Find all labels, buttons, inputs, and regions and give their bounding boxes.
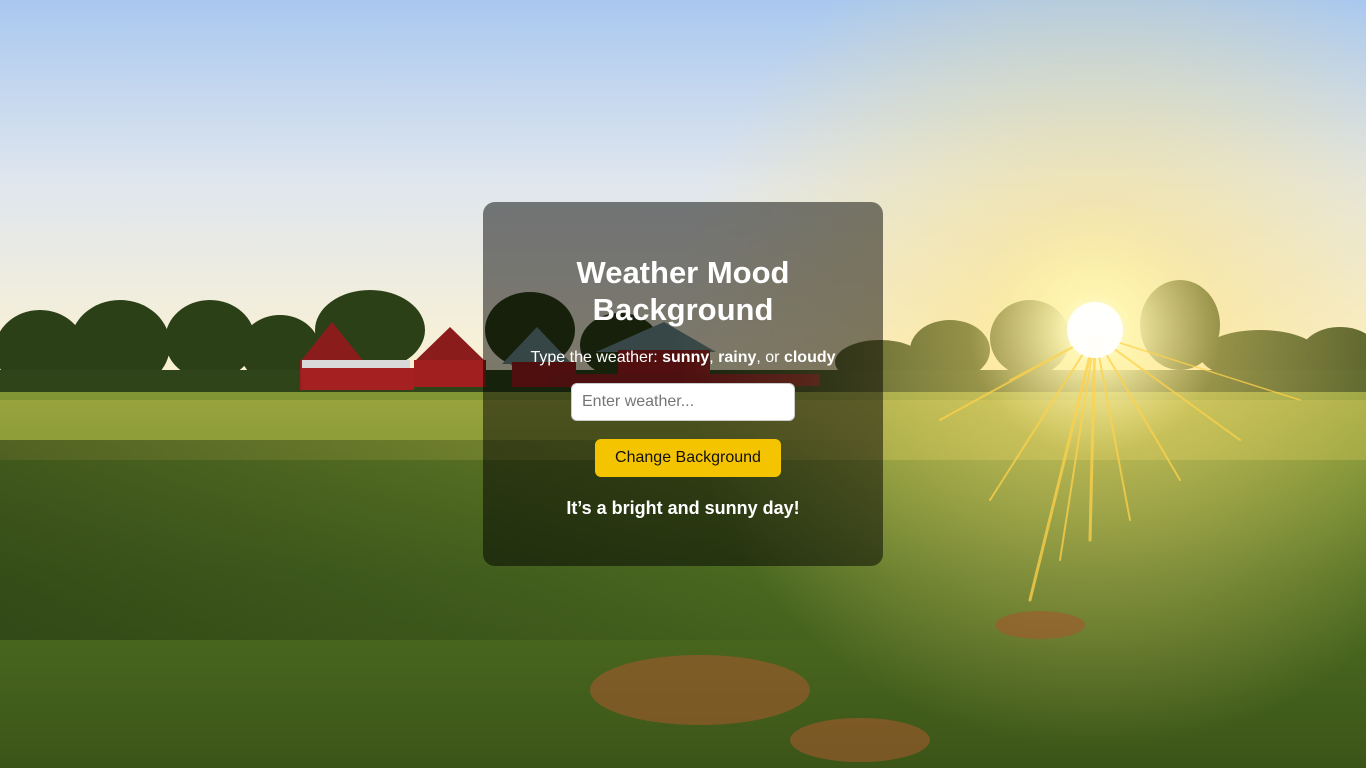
option-cloudy: cloudy	[783, 349, 836, 366]
page-title: Weather Mood Background	[576, 255, 790, 327]
instructions-separator: , or	[756, 349, 784, 366]
instructions-separator: ,	[709, 349, 719, 366]
weather-input[interactable]	[571, 383, 795, 421]
weather-instructions: Type the weather: sunny, rainy, or cloud…	[483, 348, 883, 368]
instructions-prefix: Type the weather:	[530, 349, 663, 366]
option-sunny: sunny	[662, 349, 710, 366]
option-rainy: rainy	[718, 349, 757, 366]
weather-card: Weather Mood Background Type the weather…	[483, 202, 883, 566]
change-background-button[interactable]: Change Background	[595, 439, 781, 477]
weather-message: It’s a bright and sunny day!	[566, 498, 800, 518]
